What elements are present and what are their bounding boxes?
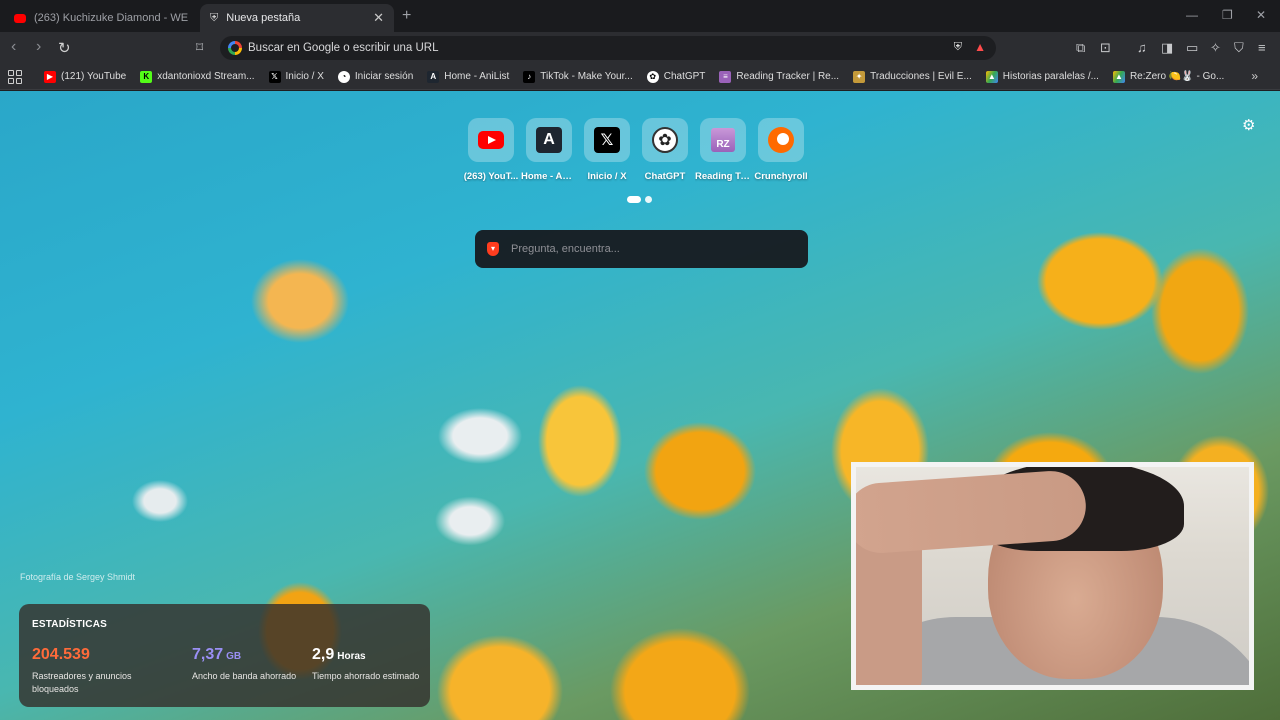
minimize-icon[interactable]: — [1186,8,1198,22]
stat-value: 204.539 [32,646,90,663]
tab-strip: (263) Kuchizuke Diamond - WEAVER ⛨ Nueva… [0,0,1280,32]
stat-unit: Horas [337,651,366,662]
bookmark-item[interactable]: 𝕏 Inicio / X [268,70,324,83]
media-icon[interactable]: ♫ [1137,40,1147,55]
tab-title: (263) Kuchizuke Diamond - WEAVER [34,12,188,24]
reading-tracker-icon: ≡ [719,70,732,83]
evil-e-icon: ✦ [853,70,866,83]
bookmark-item[interactable]: ✦ Traducciones | Evil E... [853,70,972,83]
bookmark-item[interactable]: ▲ Historias paralelas /... [985,70,1099,83]
webcam-overlay [851,462,1254,690]
shortcut-page-dots [627,196,652,203]
stat-value: 7,37 [192,646,224,663]
vpn-icon[interactable]: ⛉ [1234,40,1244,56]
stat-desc: Tiempo ahorrado estimado [312,671,420,681]
page-dot-active[interactable] [627,196,641,203]
stat-value: 2,9 [312,646,335,663]
bookmark-icon[interactable]: ⌑ [196,39,203,56]
chatgpt-icon: ✿ [646,70,659,83]
tiktok-icon: ♪ [523,70,536,83]
bookmark-item[interactable]: A Home - AniList [427,70,509,83]
page-dot[interactable] [645,196,652,203]
youtube-icon: ▶ [44,70,56,83]
search-box[interactable]: ▾ Pregunta, encuentra... [475,230,808,268]
stat-bandwidth: 7,37 GB Ancho de banda ahorrado [192,646,302,683]
stats-panel: ESTADÍSTICAS 204.539 Rastreadores y anun… [19,604,430,707]
bookmarks-bar: ▶ (121) YouTube Kxdantonioxd Stream... 𝕏I… [0,64,1280,90]
kick-icon: K [140,70,153,83]
shortcut-tile[interactable]: RZ Reading Tr... [695,118,751,182]
more-bookmarks-icon[interactable]: » [1251,69,1258,83]
stat-desc: Rastreadores y anuncios bloqueados [32,671,132,694]
forward-icon[interactable]: › [36,38,41,56]
anilist-icon: A [536,127,562,153]
photo-credit[interactable]: Fotografía de Sergey Shmidt [20,572,135,582]
drive-icon: ▲ [985,70,998,83]
tab-new-tab[interactable]: ⛨ Nueva pestaña ✕ [200,4,394,32]
youtube-icon [14,13,26,23]
login-icon: ◔ [337,70,350,83]
new-tab-button[interactable]: + [402,7,411,25]
shortcut-tile[interactable]: 𝕏 Inicio / X [584,118,630,182]
reading-tracker-icon: RZ [711,128,735,152]
shortcut-tile[interactable]: ✿ ChatGPT [642,118,688,182]
bookmark-item[interactable]: ◔ Iniciar sesión [337,70,413,83]
translate-icon[interactable]: ⊡ [1100,40,1111,56]
address-placeholder: Buscar en Google o escribir una URL [248,42,439,54]
shortcut-tile[interactable]: Crunchyroll [754,118,808,182]
menu-icon[interactable]: ≡ [1258,40,1266,55]
bookmark-item[interactable]: Kxdantonioxd Stream... [140,70,255,83]
shortcut-tiles: (263) YouT... A Home - Ani... 𝕏 Inicio /… [464,118,808,182]
wallet-icon[interactable]: ▭ [1186,40,1198,56]
tab-youtube[interactable]: (263) Kuchizuke Diamond - WEAVER [4,4,198,32]
stat-desc: Ancho de banda ahorrado [192,671,297,681]
google-icon [228,41,242,55]
bookmark-item[interactable]: ✿ ChatGPT [646,70,705,83]
drive-icon: ▲ [1112,70,1125,83]
bookmark-item[interactable]: ▲ Re:Zero 🍋🐰 - Go... [1112,70,1224,83]
search-placeholder: Pregunta, encuentra... [511,243,620,255]
stats-heading: ESTADÍSTICAS [32,619,107,630]
anilist-icon: A [427,70,440,83]
apps-grid-icon[interactable] [8,69,22,84]
close-tab-icon[interactable]: ✕ [373,10,384,26]
stat-unit: GB [226,651,242,662]
youtube-icon [478,131,504,149]
bookmark-item[interactable]: ♪ TikTok - Make Your... [523,70,633,83]
bookmark-item[interactable]: ≡ Reading Tracker | Re... [719,70,839,83]
leo-ai-icon[interactable]: ✧ [1210,40,1221,56]
x-icon: 𝕏 [268,70,281,83]
chatgpt-icon: ✿ [652,127,678,153]
shortcut-tile[interactable]: (263) YouT... [464,118,518,182]
back-icon[interactable]: ‹ [11,38,16,56]
stat-time: 2,9 Horas Tiempo ahorrado estimado [312,646,422,683]
customize-gear-icon[interactable]: ⚙ [1242,116,1255,134]
x-icon: 𝕏 [594,127,620,153]
restore-icon[interactable]: ❐ [1222,8,1233,22]
stat-trackers: 204.539 Rastreadores y anuncios bloquead… [32,646,142,696]
sidebar-icon[interactable]: ◨ [1161,40,1173,56]
brave-rewards-icon[interactable]: ▲ [974,40,986,54]
crunchyroll-icon [768,127,794,153]
brave-search-icon: ▾ [487,242,499,256]
reload-icon[interactable]: ↻ [58,39,71,57]
tab-title: Nueva pestaña [226,12,301,24]
extensions-icon[interactable]: ⧉ [1076,40,1085,56]
shortcut-tile[interactable]: A Home - Ani... [521,118,577,182]
brave-shield-icon: ⛨ [210,11,219,24]
toolbar: ‹ › ↻ ⌑ Buscar en Google o escribir una … [0,32,1280,64]
address-bar[interactable]: Buscar en Google o escribir una URL ⛨ ▲ [220,36,996,60]
brave-shields-icon[interactable]: ⛨ [954,41,962,54]
bookmark-item[interactable]: ▶ (121) YouTube [44,70,126,83]
close-window-icon[interactable]: ✕ [1256,8,1266,22]
